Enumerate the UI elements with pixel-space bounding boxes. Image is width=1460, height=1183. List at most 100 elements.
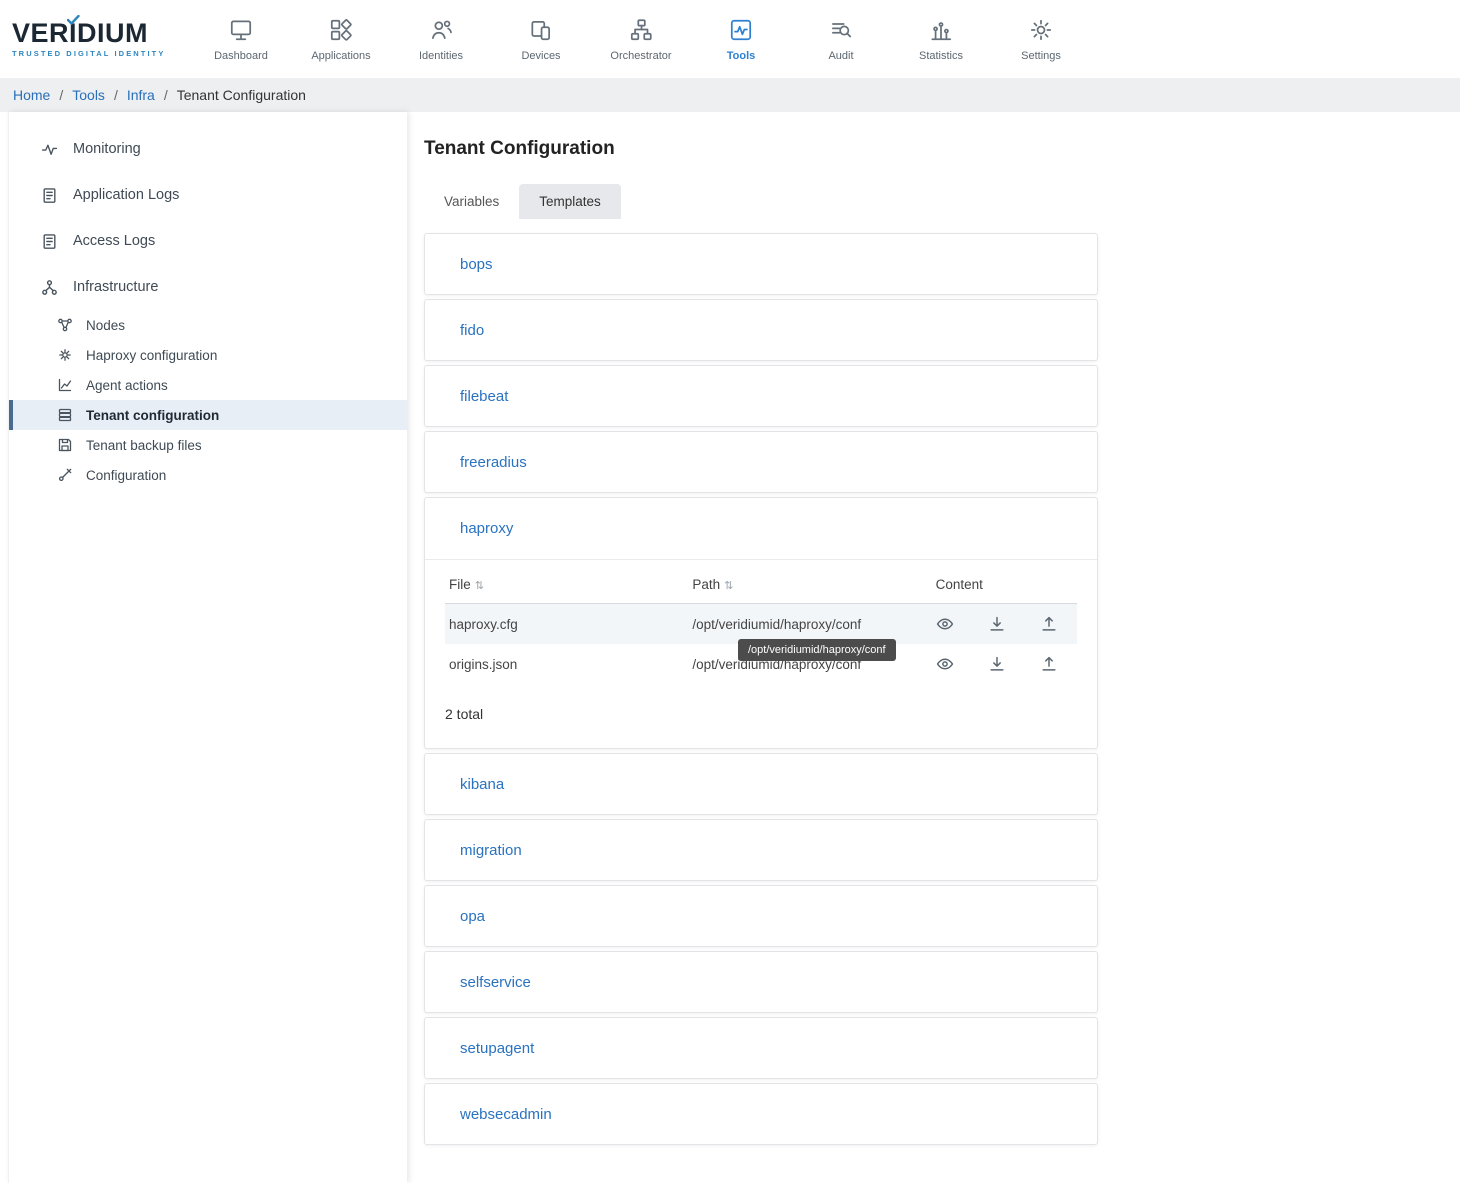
main-content: Tenant Configuration Variables Templates… xyxy=(407,112,1460,1183)
breadcrumb-tools[interactable]: Tools xyxy=(72,87,105,103)
breadcrumb-separator: / xyxy=(114,87,118,103)
sidebar-item-nodes[interactable]: Nodes xyxy=(9,310,407,340)
sidebar-item-label: Monitoring xyxy=(73,141,141,157)
nav-label: Applications xyxy=(311,50,370,62)
breadcrumb-infra[interactable]: Infra xyxy=(127,87,155,103)
breadcrumb-separator: / xyxy=(59,87,63,103)
sidebar-item-haproxy-configuration[interactable]: Haproxy configuration xyxy=(9,340,407,370)
accordion-item-setupagent[interactable]: setupagent xyxy=(424,1017,1098,1079)
accordion-item-kibana[interactable]: kibana xyxy=(424,753,1098,815)
accordion-item-label: opa xyxy=(460,908,485,925)
sidebar-item-application-logs[interactable]: Application Logs xyxy=(9,172,407,218)
nav-item-audit[interactable]: Audit xyxy=(791,17,891,62)
tabs: Variables Templates xyxy=(424,184,1460,219)
accordion-group-haproxy: haproxy File⇅ Path⇅ xyxy=(424,497,1098,749)
sidebar-item-label: Haproxy configuration xyxy=(86,348,217,363)
nav-item-identities[interactable]: Identities xyxy=(391,17,491,62)
accordion-item-label: bops xyxy=(460,256,493,273)
row-actions xyxy=(936,655,1077,673)
nav-item-dashboard[interactable]: Dashboard xyxy=(191,17,291,62)
file-name-cell: haproxy.cfg xyxy=(445,604,688,645)
accordion-item-websecadmin[interactable]: websecadmin xyxy=(424,1083,1098,1145)
accordion-item-fido[interactable]: fido xyxy=(424,299,1098,361)
topnav-items: Dashboard Applications Identities Device… xyxy=(191,17,1091,62)
logo-checkmark-icon xyxy=(67,15,80,25)
logo-tagline: TRUSTED DIGITAL IDENTITY xyxy=(12,49,177,58)
identities-icon xyxy=(428,17,454,43)
templates-accordion: bops fido filebeat freeradius haproxy xyxy=(424,233,1098,1145)
sidebar: Monitoring Application Logs Access Logs … xyxy=(8,112,407,1183)
tenant-backup-files-icon xyxy=(57,437,73,453)
view-content-button[interactable] xyxy=(936,615,954,633)
upload-button[interactable] xyxy=(1040,655,1058,673)
audit-icon xyxy=(828,17,854,43)
accordion-item-haproxy[interactable]: haproxy xyxy=(425,498,1097,560)
nav-item-settings[interactable]: Settings xyxy=(991,17,1091,62)
sidebar-item-label: Access Logs xyxy=(73,233,155,249)
breadcrumb-separator: / xyxy=(164,87,168,103)
tenant-configuration-icon xyxy=(57,407,73,423)
accordion-item-freeradius[interactable]: freeradius xyxy=(424,431,1098,493)
nav-item-devices[interactable]: Devices xyxy=(491,17,591,62)
view-content-button[interactable] xyxy=(936,655,954,673)
sidebar-item-infrastructure[interactable]: Infrastructure xyxy=(9,264,407,310)
devices-icon xyxy=(528,17,554,43)
agent-actions-icon xyxy=(57,377,73,393)
tools-icon xyxy=(728,17,754,43)
monitoring-icon xyxy=(41,141,58,158)
sidebar-item-access-logs[interactable]: Access Logs xyxy=(9,218,407,264)
nav-item-tools[interactable]: Tools xyxy=(691,17,791,62)
file-path-cell: /opt/veridiumid/haproxy/conf xyxy=(688,604,931,645)
nav-label: Settings xyxy=(1021,50,1061,62)
column-header-file[interactable]: File⇅ xyxy=(445,564,688,604)
accordion-item-label: filebeat xyxy=(460,388,508,405)
logo-text: VERIDIUM xyxy=(12,20,177,47)
upload-icon xyxy=(1040,615,1058,633)
accordion-item-label: fido xyxy=(460,322,484,339)
page-title: Tenant Configuration xyxy=(424,138,1460,160)
sidebar-item-label: Configuration xyxy=(86,468,166,483)
veridium-logo: VERIDIUM TRUSTED DIGITAL IDENTITY xyxy=(12,20,177,58)
sidebar-item-agent-actions[interactable]: Agent actions xyxy=(9,370,407,400)
accordion-item-filebeat[interactable]: filebeat xyxy=(424,365,1098,427)
column-header-path[interactable]: Path⇅ xyxy=(688,564,931,604)
sidebar-item-tenant-backup-files[interactable]: Tenant backup files xyxy=(9,430,407,460)
download-button[interactable] xyxy=(988,655,1006,673)
nav-item-applications[interactable]: Applications xyxy=(291,17,391,62)
orchestrator-icon xyxy=(628,17,654,43)
upload-button[interactable] xyxy=(1040,615,1058,633)
column-header-content: Content xyxy=(932,564,1077,604)
column-header-label: Content xyxy=(936,577,983,592)
path-tooltip: /opt/veridiumid/haproxy/conf xyxy=(738,639,896,661)
eye-icon xyxy=(936,655,954,673)
application-logs-icon xyxy=(41,187,58,204)
sort-icon[interactable]: ⇅ xyxy=(724,580,733,592)
accordion-item-label: freeradius xyxy=(460,454,527,471)
breadcrumb-home[interactable]: Home xyxy=(13,87,50,103)
tab-templates[interactable]: Templates xyxy=(519,184,621,219)
accordion-item-bops[interactable]: bops xyxy=(424,233,1098,295)
sidebar-item-label: Agent actions xyxy=(86,378,168,393)
accordion-item-selfservice[interactable]: selfservice xyxy=(424,951,1098,1013)
tab-variables[interactable]: Variables xyxy=(424,184,519,219)
total-count: 2 total xyxy=(445,706,1077,722)
sidebar-item-label: Infrastructure xyxy=(73,279,158,295)
nav-label: Orchestrator xyxy=(610,50,671,62)
applications-icon xyxy=(328,17,354,43)
sidebar-item-label: Application Logs xyxy=(73,187,179,203)
sidebar-item-monitoring[interactable]: Monitoring xyxy=(9,126,407,172)
download-button[interactable] xyxy=(988,615,1006,633)
nav-item-statistics[interactable]: Statistics xyxy=(891,17,991,62)
sort-icon[interactable]: ⇅ xyxy=(475,580,484,592)
accordion-item-label: migration xyxy=(460,842,522,859)
accordion-item-label: haproxy xyxy=(460,520,513,537)
accordion-item-label: websecadmin xyxy=(460,1106,552,1123)
download-icon xyxy=(988,615,1006,633)
upload-icon xyxy=(1040,655,1058,673)
sidebar-item-tenant-configuration[interactable]: Tenant configuration xyxy=(9,400,407,430)
nav-item-orchestrator[interactable]: Orchestrator xyxy=(591,17,691,62)
accordion-item-opa[interactable]: opa xyxy=(424,885,1098,947)
sidebar-item-configuration[interactable]: Configuration xyxy=(9,460,407,490)
accordion-item-migration[interactable]: migration xyxy=(424,819,1098,881)
access-logs-icon xyxy=(41,233,58,250)
